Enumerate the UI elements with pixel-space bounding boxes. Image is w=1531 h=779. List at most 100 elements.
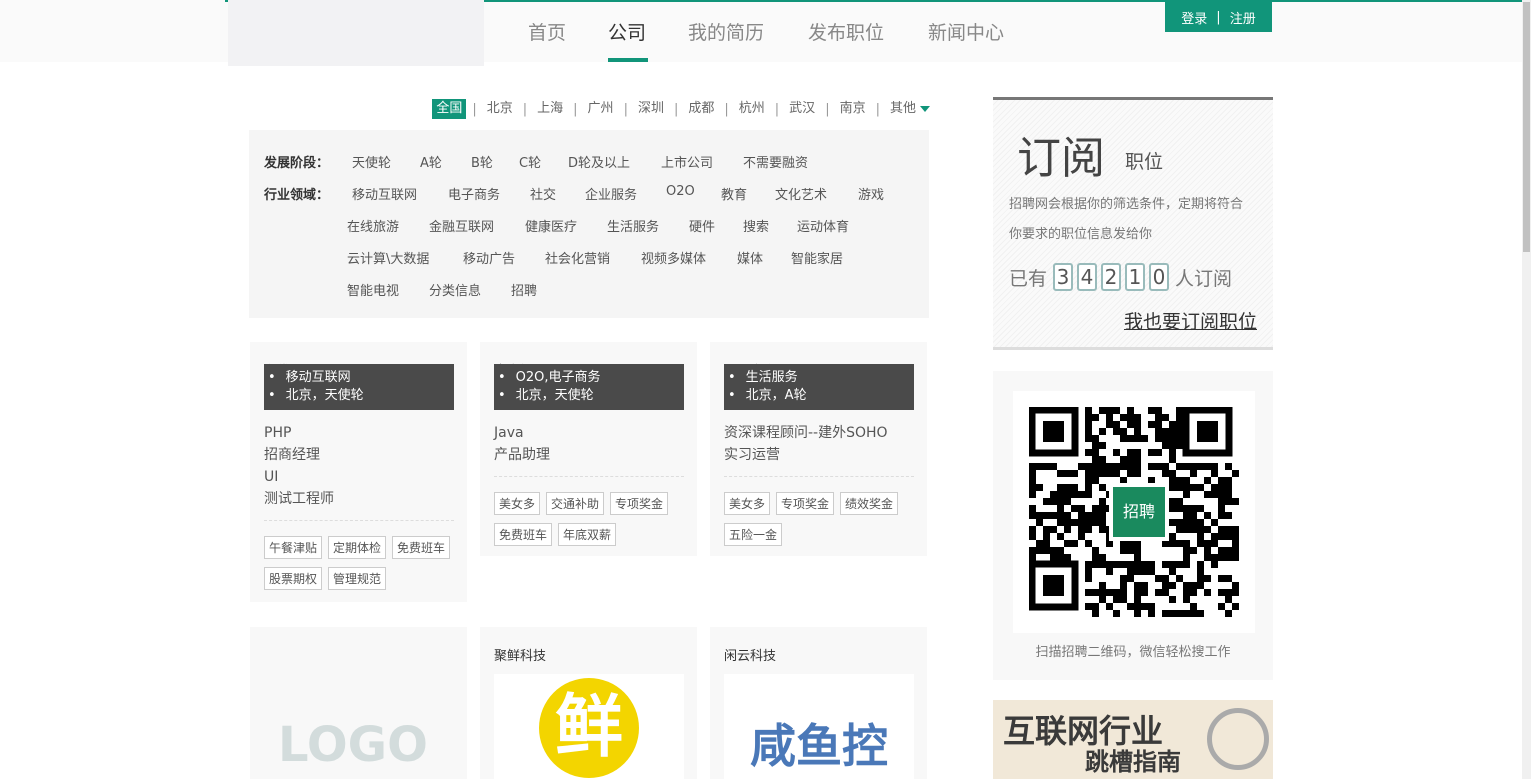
qr-center-logo: 招聘 (1109, 483, 1169, 541)
filter-option[interactable]: 文化艺术 (775, 184, 827, 203)
filter-option[interactable]: 不需要融资 (743, 152, 808, 171)
filter-option[interactable]: 企业服务 (585, 184, 637, 203)
benefit-tags: 午餐津贴定期体检免费班车股票期权管理规范 (264, 536, 464, 590)
qr-code: 招聘 (1013, 391, 1255, 633)
benefit-tag: 免费班车 (392, 536, 450, 559)
benefit-tag: 股票期权 (264, 567, 322, 590)
filter-option[interactable]: 视频多媒体 (641, 248, 706, 267)
count-suffix: 人订阅 (1175, 264, 1232, 291)
company-card[interactable]: 聚鲜科技 鲜 (480, 627, 697, 779)
filter-option[interactable]: 招聘 (511, 280, 537, 299)
banner-line2: 跳槽指南 (1085, 748, 1181, 776)
divider (264, 520, 454, 521)
filter-option[interactable]: 运动体育 (797, 216, 849, 235)
company-card[interactable]: 闲云科技 咸鱼控 (710, 627, 927, 779)
nav-post-job[interactable]: 发布职位 (808, 18, 884, 45)
benefit-tag: 定期体检 (328, 536, 386, 559)
logo-mark: 鲜 (539, 678, 639, 778)
benefit-tag: 管理规范 (328, 567, 386, 590)
company-location: 北京，A轮 (728, 387, 914, 405)
filter-option[interactable]: 电子商务 (448, 184, 500, 203)
city-shenzhen[interactable]: 深圳 (628, 99, 674, 119)
count-digit: 3 (1053, 263, 1073, 291)
city-beijing[interactable]: 北京 (477, 99, 523, 119)
filter-option[interactable]: 移动互联网 (352, 184, 417, 203)
stage-label: 发展阶段： (264, 152, 329, 171)
filter-option[interactable]: 天使轮 (352, 152, 391, 171)
city-nanjing[interactable]: 南京 (830, 99, 876, 119)
job-link[interactable]: Java (494, 422, 550, 444)
city-guangzhou[interactable]: 广州 (578, 99, 624, 119)
nav-company[interactable]: 公司 (608, 18, 646, 45)
company-info-overlay: 移动互联网北京，天使轮 (264, 364, 454, 410)
city-all[interactable]: 全国 (432, 99, 466, 119)
benefit-tag: 专项奖金 (776, 492, 834, 515)
filter-option[interactable]: 分类信息 (429, 280, 481, 299)
filter-option[interactable]: 游戏 (858, 184, 884, 203)
caret-down-icon[interactable] (920, 106, 930, 112)
register-link[interactable]: 注册 (1230, 8, 1256, 27)
company-card[interactable]: LOGO (250, 627, 467, 779)
filter-option[interactable]: 智能家居 (791, 248, 843, 267)
filter-option[interactable]: D轮及以上 (568, 152, 630, 171)
company-industry: 生活服务 (728, 369, 914, 387)
company-info-overlay: 生活服务北京，A轮 (724, 364, 914, 410)
job-link[interactable]: PHP (264, 422, 334, 444)
nav-home[interactable]: 首页 (528, 18, 566, 45)
filter-option[interactable]: 上市公司 (661, 152, 713, 171)
filter-option[interactable]: O2O (666, 184, 695, 199)
city-wuhan[interactable]: 武汉 (779, 99, 825, 119)
filter-panel: 发展阶段： 行业领域： 天使轮A轮B轮C轮D轮及以上上市公司不需要融资移动互联网… (249, 130, 929, 318)
company-info-overlay: O2O,电子商务北京，天使轮 (494, 364, 684, 410)
filter-option[interactable]: 社交 (530, 184, 556, 203)
filter-option[interactable]: A轮 (420, 152, 442, 171)
scrollbar-thumb[interactable] (1523, 2, 1530, 252)
promo-banner[interactable]: 互联网行业 跳槽指南 (993, 700, 1273, 779)
benefit-tag: 美女多 (724, 492, 770, 515)
filter-option[interactable]: 硬件 (689, 216, 715, 235)
job-link[interactable]: UI (264, 466, 334, 488)
auth-box: 登录 | 注册 (1165, 2, 1272, 32)
filter-option[interactable]: 在线旅游 (347, 216, 399, 235)
city-shanghai[interactable]: 上海 (527, 99, 573, 119)
filter-option[interactable]: 生活服务 (607, 216, 659, 235)
job-link[interactable]: 资深课程顾问--建外SOHO (724, 422, 888, 444)
filter-option[interactable]: 智能电视 (347, 280, 399, 299)
company-card[interactable]: 小小咨询 生活服务北京，A轮 资深课程顾问--建外SOHO实习运营美女多专项奖金… (710, 342, 927, 556)
subscribe-title: 订阅 (1017, 122, 1105, 186)
filter-option[interactable]: 教育 (721, 184, 747, 203)
city-chengdu[interactable]: 成都 (678, 99, 724, 119)
filter-option[interactable]: 社会化营销 (545, 248, 610, 267)
company-name[interactable]: 闲云科技 (724, 645, 776, 664)
filter-option[interactable]: 云计算\大数据 (347, 248, 429, 267)
subscribe-link[interactable]: 我也要订阅职位 (1124, 307, 1257, 334)
job-list: Java产品助理 (494, 422, 550, 466)
nav-resume[interactable]: 我的简历 (688, 18, 764, 45)
site-logo[interactable] (228, 0, 484, 66)
subscribe-panel: 订阅 职位 招聘网会根据你的筛选条件，定期将符合你要求的职位信息发给你 已有 3… (993, 97, 1273, 350)
filter-option[interactable]: 移动广告 (463, 248, 515, 267)
filter-option[interactable]: 健康医疗 (525, 216, 577, 235)
job-link[interactable]: 实习运营 (724, 444, 888, 466)
filter-option[interactable]: 搜索 (743, 216, 769, 235)
company-industry: 移动互联网 (268, 369, 454, 387)
filter-option[interactable]: 媒体 (737, 248, 763, 267)
company-name[interactable]: 聚鲜科技 (494, 645, 546, 664)
job-link[interactable]: 测试工程师 (264, 488, 334, 510)
subscribe-desc: 招聘网会根据你的筛选条件，定期将符合你要求的职位信息发给你 (1009, 190, 1254, 250)
city-other[interactable]: 其他 (880, 99, 916, 119)
filter-option[interactable]: C轮 (519, 152, 541, 171)
filter-option[interactable]: 金融互联网 (429, 216, 494, 235)
company-card[interactable]: 大家好 O2O,电子商务北京，天使轮 Java产品助理美女多交通补助专项奖金免费… (480, 342, 697, 556)
login-link[interactable]: 登录 (1181, 8, 1207, 27)
city-hangzhou[interactable]: 杭州 (729, 99, 775, 119)
nav-news[interactable]: 新闻中心 (928, 18, 1004, 45)
company-industry: O2O,电子商务 (498, 369, 684, 387)
company-location: 北京，天使轮 (268, 387, 454, 405)
divider (724, 476, 914, 477)
filter-option[interactable]: B轮 (471, 152, 493, 171)
job-link[interactable]: 产品助理 (494, 444, 550, 466)
logo-mark: 咸鱼控 (724, 718, 914, 774)
job-link[interactable]: 招商经理 (264, 444, 334, 466)
company-card[interactable]: 布袋谷 移动互联网北京，天使轮 PHP招商经理UI测试工程师午餐津贴定期体检免费… (250, 342, 467, 602)
